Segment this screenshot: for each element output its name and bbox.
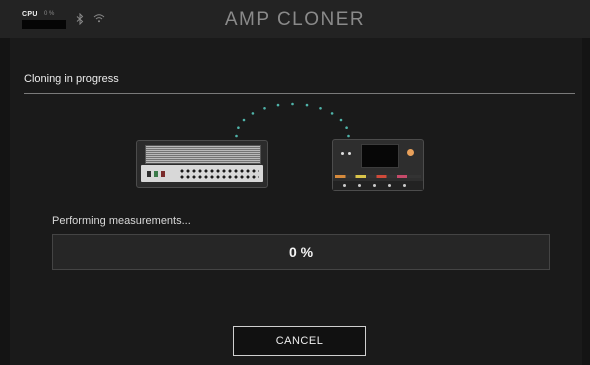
arc-dot	[235, 134, 238, 138]
amp-control-panel	[141, 165, 263, 182]
section-divider	[24, 93, 575, 94]
status-text: Performing measurements...	[52, 215, 191, 227]
footswitch	[373, 184, 376, 187]
device-screen	[361, 144, 399, 168]
device-led	[341, 152, 344, 155]
amp-knobs	[179, 168, 259, 180]
arc-dot	[276, 103, 280, 107]
cancel-button[interactable]: CANCEL	[233, 326, 366, 356]
progress-label: 0 %	[288, 244, 314, 260]
arc-dot	[345, 126, 348, 130]
arc-dot	[251, 112, 255, 115]
amp-indicator	[147, 171, 151, 177]
device-footswitch-row	[333, 181, 423, 190]
arc-dot	[237, 126, 240, 130]
app-title: AMP CLONER	[224, 9, 366, 30]
progress-bar: 0 %	[52, 234, 550, 270]
footswitch	[343, 184, 346, 187]
amp-indicator	[154, 171, 158, 177]
modeler-device-illustration	[332, 139, 424, 191]
device-led	[348, 152, 351, 155]
arc-dot	[291, 102, 294, 106]
main-panel: Cloning in progress Performing measureme…	[10, 38, 582, 365]
arc-dot	[347, 134, 350, 138]
footswitch	[358, 184, 361, 187]
signal-arc-icon	[235, 102, 350, 138]
footswitch	[388, 184, 391, 187]
arc-dot	[305, 103, 309, 107]
arc-dot	[339, 118, 343, 122]
amp-grille	[145, 145, 261, 164]
device-knob	[407, 149, 414, 156]
arc-dot	[242, 118, 246, 122]
arc-dot	[263, 106, 266, 110]
top-bar: CPU 0 % AMP CLONER	[0, 0, 590, 38]
amp-head-illustration	[136, 140, 268, 188]
device-led-strip	[335, 175, 421, 178]
arc-dot	[319, 106, 322, 110]
amp-indicator	[161, 171, 165, 177]
footswitch	[403, 184, 406, 187]
section-title: Cloning in progress	[24, 73, 119, 85]
arc-dot	[330, 112, 334, 115]
